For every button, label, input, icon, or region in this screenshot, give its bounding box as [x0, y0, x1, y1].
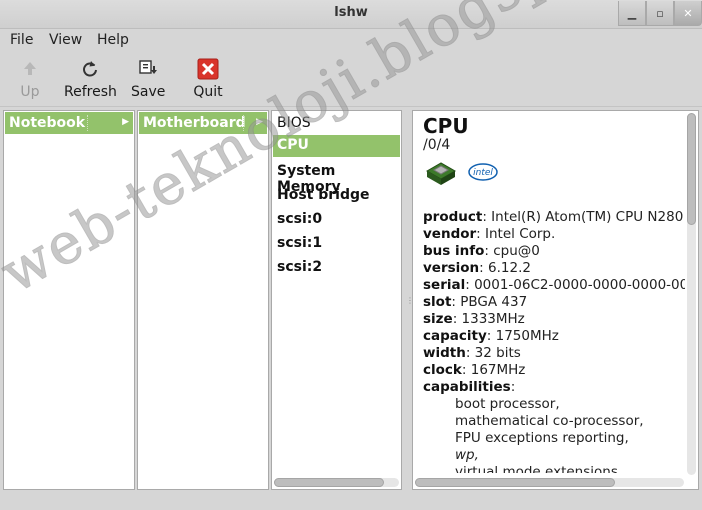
horizontal-scrollbar[interactable]	[274, 478, 399, 487]
column-header-label: Notebook	[9, 115, 86, 131]
capability-item: mathematical co-processor,	[455, 413, 644, 429]
prop-product: product: Intel(R) Atom(TM) CPU N280	[423, 209, 684, 225]
prop-capacity: capacity: 1750MHz	[423, 328, 559, 344]
prop-version: version: 6.12.2	[423, 260, 531, 276]
column-motherboard: Motherboard ▶	[137, 110, 269, 490]
list-item-scsi2[interactable]: scsi:2	[277, 259, 322, 275]
capability-item: virtual mode extensions	[455, 464, 618, 473]
device-title: CPU	[423, 114, 469, 138]
prop-clock: clock: 167MHz	[423, 362, 526, 378]
intel-logo-icon: intel	[468, 163, 498, 181]
prop-width: width: 32 bits	[423, 345, 521, 361]
title-bar: lshw ▁ ▫ ✕	[0, 0, 702, 29]
scrollbar-thumb[interactable]	[687, 113, 696, 225]
list-item-cpu[interactable]: CPU	[273, 135, 400, 157]
capability-item: wp,	[455, 447, 479, 463]
menu-help[interactable]: Help	[97, 32, 129, 48]
column-header-notebook[interactable]: Notebook ▶	[5, 112, 133, 134]
window-controls: ▁ ▫ ✕	[618, 0, 702, 26]
prop-capabilities: capabilities:	[423, 379, 516, 395]
menu-file[interactable]: File	[10, 32, 33, 48]
up-button[interactable]: Up	[18, 58, 42, 100]
maximize-icon: ▫	[656, 6, 664, 20]
status-bar	[0, 492, 702, 510]
menu-view[interactable]: View	[49, 32, 82, 48]
list-item-scsi1[interactable]: scsi:1	[277, 235, 322, 251]
column-devices: BIOS CPU System Memory Host bridge scsi:…	[271, 110, 402, 490]
column-separator	[87, 115, 89, 131]
list-item-bios[interactable]: BIOS	[277, 115, 311, 131]
quit-icon	[197, 58, 219, 80]
column-notebook: Notebook ▶	[3, 110, 135, 490]
column-header-label: Motherboard	[143, 115, 246, 131]
cpu-chip-icon	[425, 162, 457, 185]
horizontal-scrollbar[interactable]	[415, 478, 684, 487]
prop-size: size: 1333MHz	[423, 311, 525, 327]
quit-label: Quit	[193, 84, 223, 100]
window-title: lshw	[334, 5, 368, 20]
device-path: /0/4	[423, 137, 451, 153]
column-separator	[243, 115, 245, 131]
expand-arrow-icon: ▶	[256, 117, 263, 127]
prop-vendor: vendor: Intel Corp.	[423, 226, 556, 242]
close-button[interactable]: ✕	[674, 1, 702, 26]
refresh-label: Refresh	[64, 84, 117, 100]
detail-content: CPU /0/4 intel product: Intel(R) Atom(TM…	[423, 111, 685, 473]
prop-slot: slot: PBGA 437	[423, 294, 528, 310]
vertical-scrollbar[interactable]	[687, 113, 696, 475]
quit-button[interactable]: Quit	[192, 58, 224, 100]
column-header-motherboard[interactable]: Motherboard ▶	[139, 112, 267, 134]
toolbar: Up Refresh Save Quit	[0, 52, 702, 107]
prop-serial: serial: 0001-06C2-0000-0000-0000-000	[423, 277, 685, 293]
refresh-button[interactable]: Refresh	[64, 58, 117, 100]
intel-logo-text: intel	[473, 168, 493, 178]
prop-bus-info: bus info: cpu@0	[423, 243, 540, 259]
list-item-scsi0[interactable]: scsi:0	[277, 211, 322, 227]
capability-item: FPU exceptions reporting,	[455, 430, 629, 446]
up-arrow-icon	[24, 62, 36, 75]
detail-pane: CPU /0/4 intel product: Intel(R) Atom(TM…	[412, 110, 699, 490]
menu-bar: File View Help	[0, 29, 702, 51]
minimize-button[interactable]: ▁	[618, 1, 646, 26]
refresh-icon	[83, 61, 97, 77]
up-label: Up	[20, 84, 40, 100]
save-label: Save	[131, 84, 166, 100]
close-icon: ✕	[683, 6, 693, 20]
list-item-host-bridge[interactable]: Host bridge	[277, 187, 370, 203]
capability-item: boot processor,	[455, 396, 560, 412]
save-icon	[139, 60, 157, 74]
save-button[interactable]: Save	[131, 58, 165, 100]
scrollbar-thumb[interactable]	[415, 478, 615, 487]
scrollbar-thumb[interactable]	[274, 478, 384, 487]
expand-arrow-icon: ▶	[122, 117, 129, 127]
minimize-icon: ▁	[627, 6, 637, 20]
maximize-button[interactable]: ▫	[646, 1, 674, 26]
